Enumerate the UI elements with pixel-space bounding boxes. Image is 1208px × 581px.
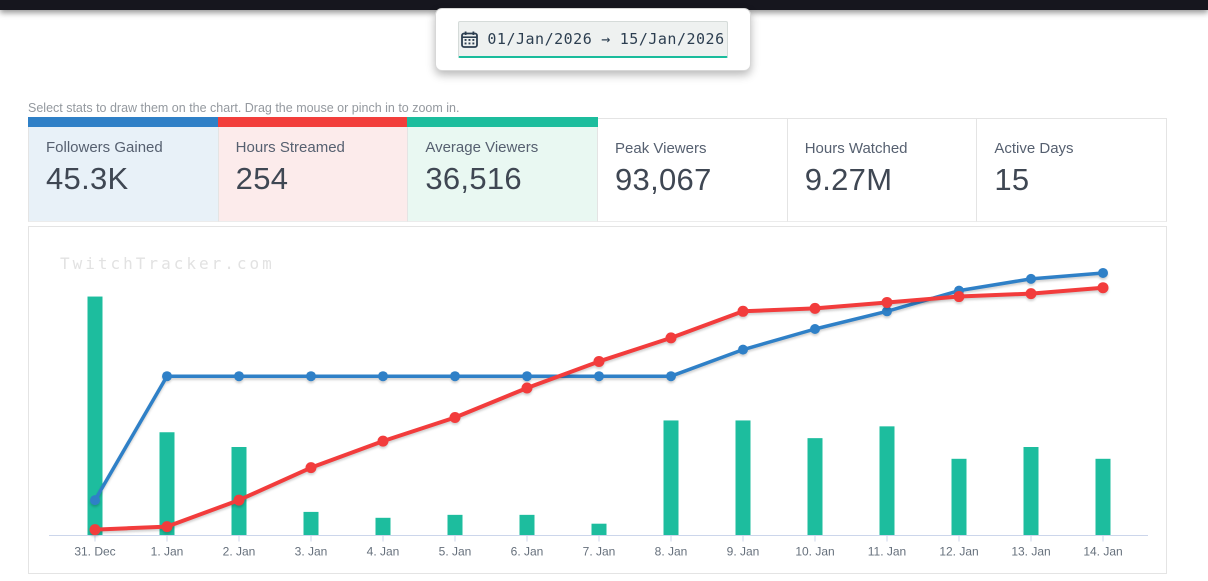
data-point-2. Jan[interactable]	[233, 494, 245, 506]
x-axis-label: 8. Jan	[655, 545, 688, 559]
calendar-icon	[461, 31, 479, 48]
data-point-9. Jan[interactable]	[737, 305, 749, 317]
chart-area[interactable]: TwitchTracker.com 31. Dec 1. Jan 2. Jan 3. …	[28, 226, 1167, 574]
stat-card-active-days[interactable]: Active Days 15	[977, 118, 1168, 222]
x-axis-label: 4. Jan	[367, 545, 400, 559]
x-axis-label: 9. Jan	[727, 545, 760, 559]
bar-10. Jan[interactable]	[807, 438, 823, 536]
data-point-10. Jan[interactable]	[810, 324, 820, 334]
data-point-12. Jan[interactable]	[953, 291, 965, 303]
stat-value: 36,516	[425, 161, 522, 196]
x-axis-label: 5. Jan	[439, 545, 472, 559]
date-range-end: 15/Jan/2026	[619, 30, 725, 48]
data-point-1. Jan[interactable]	[161, 521, 173, 533]
bar-12. Jan[interactable]	[951, 458, 967, 536]
bar-13. Jan[interactable]	[1023, 447, 1039, 536]
data-point-2. Jan[interactable]	[234, 371, 244, 382]
stat-value: 15	[994, 162, 1030, 197]
x-axis-label: 1. Jan	[151, 545, 184, 559]
stat-value: 93,067	[615, 162, 712, 197]
bar-8. Jan[interactable]	[663, 420, 679, 536]
stat-label: Followers Gained	[46, 139, 163, 156]
x-axis-label: 7. Jan	[583, 545, 616, 559]
date-range-card: 01/Jan/2026 → 15/Jan/2026	[435, 8, 751, 71]
data-point-9. Jan[interactable]	[738, 344, 748, 355]
stat-card-followers-gained[interactable]: Followers Gained 45.3K	[28, 117, 219, 222]
data-point-31. Dec[interactable]	[89, 524, 101, 536]
data-point-14. Jan[interactable]	[1098, 267, 1108, 278]
date-range-input[interactable]: 01/Jan/2026 → 15/Jan/2026	[458, 21, 728, 58]
x-axis-label: 2. Jan	[223, 545, 256, 559]
date-range-arrow-icon: →	[601, 30, 611, 48]
bar-6. Jan[interactable]	[519, 514, 535, 536]
data-point-13. Jan[interactable]	[1025, 288, 1037, 300]
data-point-4. Jan[interactable]	[377, 435, 389, 447]
data-point-5. Jan[interactable]	[450, 371, 460, 382]
data-point-1. Jan[interactable]	[162, 371, 172, 382]
chart-helper-text: Select stats to draw them on the chart. …	[28, 101, 460, 115]
stats-chart[interactable]: 31. Dec 1. Jan 2. Jan 3. Jan 4. Jan 5. Jan 6. …	[29, 227, 1166, 573]
stat-label: Average Viewers	[425, 139, 539, 156]
data-point-7. Jan[interactable]	[594, 371, 604, 382]
bar-5. Jan[interactable]	[447, 514, 463, 536]
x-axis-label: 13. Jan	[1011, 545, 1050, 559]
x-axis-label: 3. Jan	[295, 545, 328, 559]
bar-4. Jan[interactable]	[375, 517, 391, 536]
bar-11. Jan[interactable]	[879, 426, 895, 536]
x-axis-label: 31. Dec	[74, 545, 115, 559]
data-point-7. Jan[interactable]	[593, 355, 605, 367]
stat-accent-strip	[407, 117, 599, 127]
stat-card-hours-streamed[interactable]: Hours Streamed 254	[217, 117, 409, 222]
stat-accent-strip	[28, 117, 219, 127]
stat-accent-strip	[217, 117, 409, 127]
x-axis-label: 10. Jan	[795, 545, 834, 559]
data-point-3. Jan[interactable]	[306, 371, 316, 382]
stat-value: 9.27M	[804, 162, 893, 197]
bar-9. Jan[interactable]	[735, 420, 751, 536]
data-point-8. Jan[interactable]	[666, 371, 676, 382]
data-point-4. Jan[interactable]	[378, 371, 388, 382]
data-point-14. Jan[interactable]	[1097, 282, 1109, 294]
date-range-start: 01/Jan/2026	[487, 30, 593, 48]
data-point-13. Jan[interactable]	[1026, 273, 1036, 284]
bar-14. Jan[interactable]	[1095, 458, 1111, 536]
stat-card-average-viewers[interactable]: Average Viewers 36,516	[407, 117, 599, 222]
stat-value: 254	[235, 161, 289, 196]
x-axis-label: 6. Jan	[511, 545, 544, 559]
bar-1. Jan[interactable]	[159, 432, 175, 536]
data-point-11. Jan[interactable]	[881, 296, 893, 308]
data-point-8. Jan[interactable]	[665, 332, 677, 344]
data-point-31. Dec[interactable]	[90, 495, 100, 506]
stat-card-hours-watched[interactable]: Hours Watched 9.27M	[787, 118, 978, 222]
data-point-5. Jan[interactable]	[449, 412, 461, 423]
bar-2. Jan[interactable]	[231, 447, 247, 536]
stat-label: Peak Viewers	[615, 140, 707, 157]
x-axis-label: 14. Jan	[1083, 545, 1122, 559]
stat-value: 45.3K	[46, 161, 129, 196]
data-point-6. Jan[interactable]	[521, 382, 533, 394]
stat-label: Hours Streamed	[235, 139, 345, 156]
stat-label: Hours Watched	[804, 140, 908, 157]
x-axis-label: 11. Jan	[868, 545, 906, 559]
bar-3. Jan[interactable]	[303, 511, 319, 536]
data-point-10. Jan[interactable]	[809, 302, 821, 314]
data-point-3. Jan[interactable]	[305, 462, 317, 474]
stats-row: Followers Gained 45.3K Hours Streamed 25…	[28, 117, 1168, 222]
bar-7. Jan[interactable]	[591, 523, 607, 536]
stat-card-peak-viewers[interactable]: Peak Viewers 93,067	[598, 118, 788, 222]
data-point-6. Jan[interactable]	[522, 371, 532, 382]
x-axis-label: 12. Jan	[939, 545, 978, 559]
stat-label: Active Days	[994, 140, 1074, 157]
